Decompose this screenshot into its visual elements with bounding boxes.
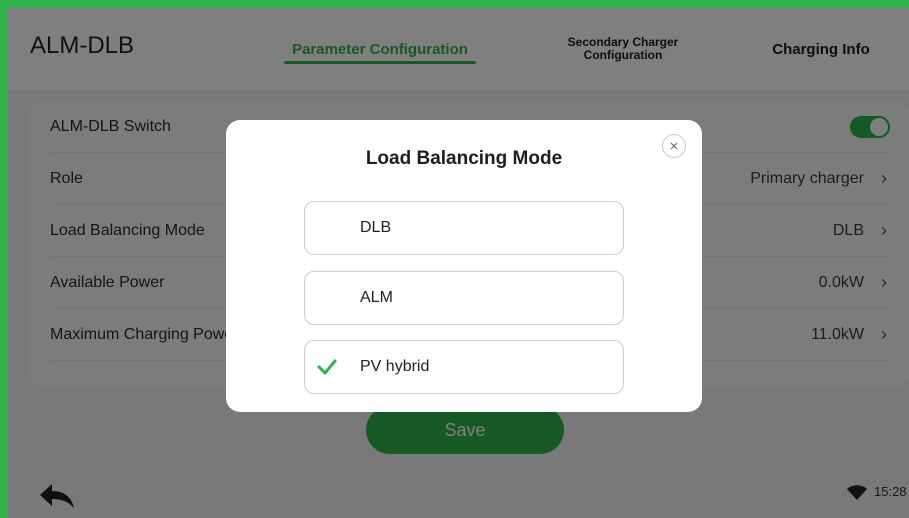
- close-icon[interactable]: ×: [662, 134, 686, 158]
- load-balancing-mode-dialog: Load Balancing Mode × DLB ALM PV hybrid: [226, 120, 702, 412]
- dialog-title: Load Balancing Mode: [365, 148, 563, 169]
- checkmark-icon: [317, 359, 337, 375]
- screen-frame: ALM-DLB Parameter Configuration Secondar…: [0, 0, 909, 518]
- option-alm[interactable]: ALM: [304, 271, 624, 325]
- option-pv-hybrid[interactable]: PV hybrid: [304, 340, 624, 394]
- option-label: PV hybrid: [360, 358, 430, 375]
- option-dlb[interactable]: DLB: [304, 201, 624, 255]
- option-label: ALM: [360, 289, 393, 306]
- option-label: DLB: [360, 219, 392, 236]
